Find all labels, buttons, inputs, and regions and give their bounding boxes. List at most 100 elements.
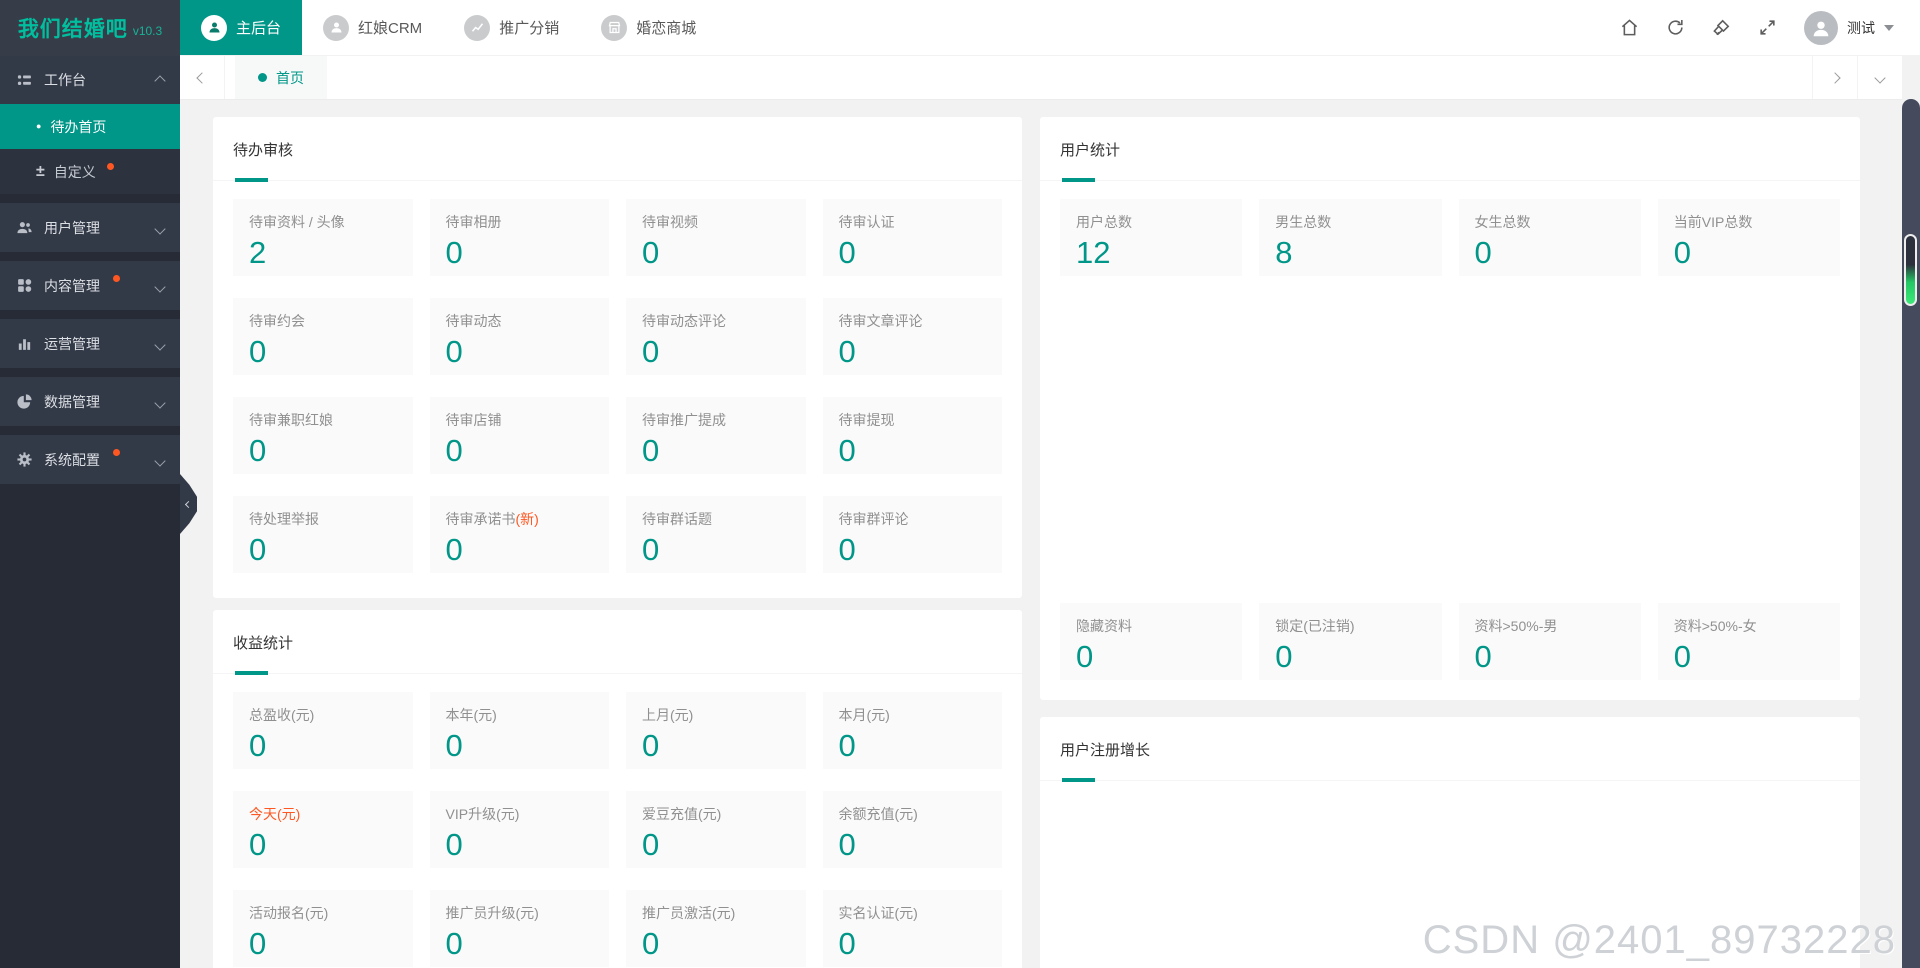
- sidebar-item-content-management[interactable]: 内容管理: [0, 261, 180, 310]
- stat-tile[interactable]: 男生总数 8: [1259, 199, 1442, 276]
- stat-tile[interactable]: 待审资料 / 头像 2: [233, 199, 413, 276]
- stat-value: 0: [445, 433, 463, 468]
- stat-label: 待处理举报: [249, 511, 319, 527]
- top-bar: 主后台 红娘CRM 推广分销 婚恋商城 测试: [180, 0, 1920, 56]
- stat-tile[interactable]: 待审动态 0: [429, 298, 609, 375]
- stat-tile[interactable]: 待审推广提成 0: [626, 397, 806, 474]
- tabs-scroll-right-button[interactable]: [1812, 56, 1857, 99]
- app-tab-promotion[interactable]: 推广分销: [443, 0, 580, 55]
- clear-cache-icon[interactable]: [1712, 18, 1731, 37]
- sidebar-item-system-settings[interactable]: 系统配置: [0, 435, 180, 484]
- stat-value: 0: [838, 532, 856, 567]
- stat-tile[interactable]: 推广员激活(元) 0: [626, 890, 806, 967]
- sidebar-item-custom[interactable]: ± 自定义: [0, 149, 180, 194]
- stat-tile[interactable]: 锁定(已注销) 0: [1259, 603, 1442, 680]
- card-title: 收益统计: [233, 635, 294, 652]
- stat-tile[interactable]: 待审群话题 0: [626, 496, 806, 573]
- stat-tile[interactable]: 当前VIP总数 0: [1657, 199, 1840, 276]
- tabs-menu-button[interactable]: [1857, 56, 1902, 99]
- fullscreen-icon[interactable]: [1758, 18, 1777, 37]
- stat-value: 0: [445, 334, 463, 369]
- stat-value: 0: [642, 926, 660, 961]
- stat-tile[interactable]: 活动报名(元) 0: [233, 890, 413, 967]
- app-tab-label: 红娘CRM: [358, 20, 423, 37]
- stat-label: 待审推广提成: [642, 412, 726, 428]
- stat-label: 今天(元): [249, 806, 301, 822]
- sidebar-item-label: 工作台: [44, 72, 86, 88]
- stat-value: 0: [1474, 235, 1492, 270]
- stat-label: 推广员升级(元): [445, 905, 539, 921]
- stat-label: 待审提现: [838, 412, 895, 428]
- stat-tile[interactable]: 总盈收(元) 0: [233, 692, 413, 769]
- stat-tile[interactable]: 本月(元) 0: [822, 692, 1002, 769]
- stat-label: 待审店铺: [445, 412, 502, 428]
- app-tab-main-admin[interactable]: 主后台: [180, 0, 303, 55]
- user-stats-body: 用户总数 12 男生总数 8 女生总数 0 当前VIP总数 0 隐藏资料 0 锁…: [1040, 181, 1860, 700]
- sidebar-item-label: 自定义: [53, 163, 96, 180]
- stat-tile[interactable]: 待审约会 0: [233, 298, 413, 375]
- stat-label: 总盈收(元): [249, 707, 315, 723]
- stat-tile[interactable]: VIP升级(元) 0: [429, 791, 609, 868]
- card-title: 用户统计: [1060, 142, 1121, 159]
- stat-label: 待审群话题: [642, 511, 712, 527]
- app-tab-mall[interactable]: 婚恋商城: [580, 0, 717, 55]
- stat-tile[interactable]: 隐藏资料 0: [1060, 603, 1243, 680]
- vertical-scrollbar[interactable]: [1902, 99, 1920, 968]
- stat-tile[interactable]: 今天(元) 0: [233, 791, 413, 868]
- stat-tile[interactable]: 待审提现 0: [822, 397, 1002, 474]
- stat-tile[interactable]: 待审相册 0: [429, 199, 609, 276]
- stat-label: 待审群评论: [838, 511, 909, 527]
- stat-value: 0: [445, 532, 463, 567]
- workbench-icon: [16, 72, 33, 89]
- stat-label: 爱豆充值(元): [642, 806, 722, 822]
- workbench-submenu: ● 待办首页 ± 自定义: [0, 104, 180, 194]
- content-icon: [16, 277, 33, 294]
- chevron-down-icon: [154, 278, 166, 294]
- stat-tile[interactable]: 待审动态评论 0: [626, 298, 806, 375]
- sidebar-item-workbench[interactable]: 工作台: [0, 56, 180, 104]
- active-tab-dot-icon: [258, 73, 267, 82]
- stat-tile[interactable]: 本年(元) 0: [429, 692, 609, 769]
- stat-tile[interactable]: 余额充值(元) 0: [822, 791, 1002, 868]
- stat-tile[interactable]: 待审群评论 0: [822, 496, 1002, 573]
- stat-tile[interactable]: 待审视频 0: [626, 199, 806, 276]
- stat-tile[interactable]: 女生总数 0: [1458, 199, 1641, 276]
- stat-value: 0: [1673, 235, 1691, 270]
- stat-tile[interactable]: 待审认证 0: [822, 199, 1002, 276]
- tabs-scroll-left-button[interactable]: [180, 56, 225, 99]
- sidebar-item-todo-home[interactable]: ● 待办首页: [0, 104, 180, 149]
- stat-tile[interactable]: 爱豆充值(元) 0: [626, 791, 806, 868]
- stat-label: 待审视频: [642, 214, 698, 230]
- app-title: 我们结婚吧: [17, 18, 128, 41]
- user-name: 测试: [1847, 19, 1875, 36]
- main-content: 待办审核 待审资料 / 头像 2 待审相册 0 待审视频 0 待审认证 0 待审…: [180, 100, 1902, 968]
- stat-tile[interactable]: 待审兼职红娘 0: [233, 397, 413, 474]
- sidebar-item-user-management[interactable]: 用户管理: [0, 203, 180, 252]
- stat-tile[interactable]: 待审承诺书 (新) 0: [429, 496, 609, 573]
- stat-tile[interactable]: 待处理举报 0: [233, 496, 413, 573]
- user-menu[interactable]: 测试: [1804, 10, 1894, 45]
- sidebar-item-operations-management[interactable]: 运营管理: [0, 319, 180, 368]
- card-header: 收益统计: [213, 610, 1022, 675]
- stat-tile[interactable]: 推广员升级(元) 0: [429, 890, 609, 967]
- stat-tile[interactable]: 用户总数 12: [1060, 199, 1243, 276]
- top-actions: 测试: [1620, 0, 1920, 55]
- sidebar-item-data-management[interactable]: 数据管理: [0, 377, 180, 426]
- promotion-chart-icon: [464, 14, 491, 41]
- user-top-tiles: 用户总数 12 男生总数 8 女生总数 0 当前VIP总数 0: [1040, 181, 1860, 296]
- app-tab-crm[interactable]: 红娘CRM: [302, 0, 443, 55]
- stat-tile[interactable]: 待审店铺 0: [429, 397, 609, 474]
- sidebar-item-label: 系统配置: [44, 451, 100, 468]
- refresh-icon[interactable]: [1666, 18, 1685, 37]
- scrollbar-thumb[interactable]: [1904, 234, 1917, 306]
- stat-tile[interactable]: 资料>50%-男 0: [1458, 603, 1641, 680]
- stat-tile[interactable]: 上月(元) 0: [626, 692, 806, 769]
- stat-value: 0: [642, 235, 660, 270]
- home-icon[interactable]: [1620, 18, 1639, 37]
- stat-tile[interactable]: 实名认证(元) 0: [822, 890, 1002, 967]
- tab-home[interactable]: 首页: [235, 56, 327, 99]
- stat-tile[interactable]: 待审文章评论 0: [822, 298, 1002, 375]
- stat-value: 0: [445, 728, 463, 763]
- stat-tile[interactable]: 资料>50%-女 0: [1657, 603, 1840, 680]
- chevron-down-icon: [1884, 24, 1894, 31]
